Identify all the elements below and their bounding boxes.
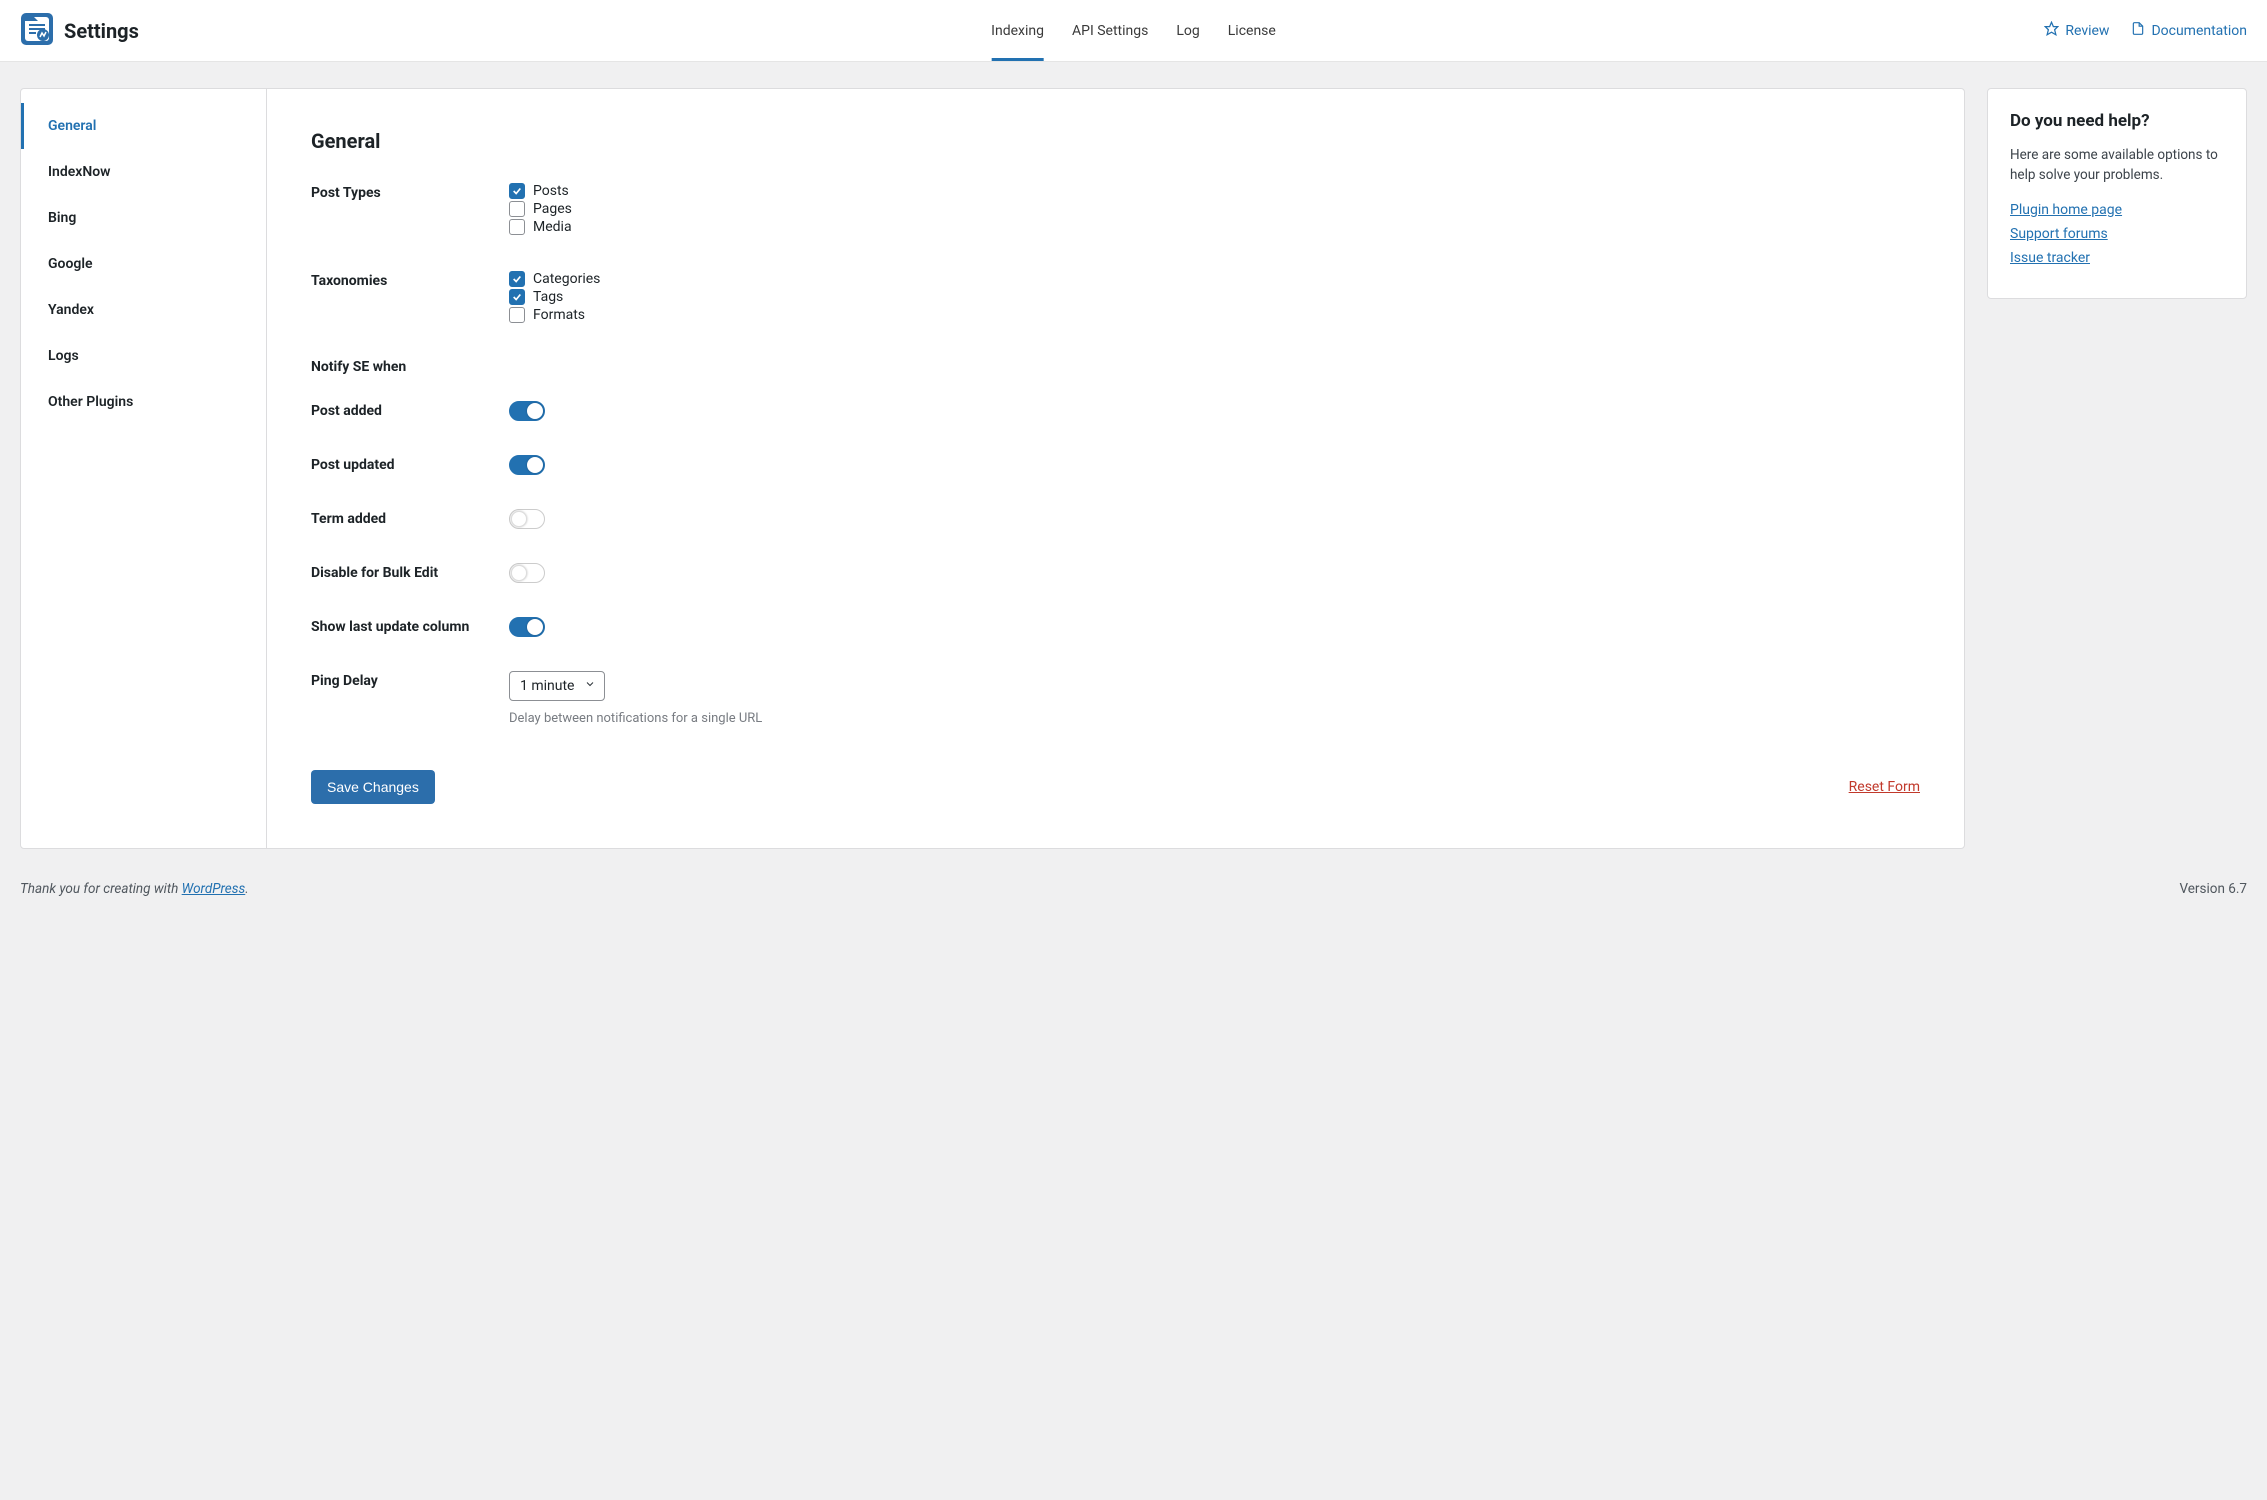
sidebar-item-google[interactable]: Google — [21, 241, 266, 287]
help-title: Do you need help? — [2010, 111, 2224, 131]
help-card: Do you need help? Here are some availabl… — [1987, 88, 2247, 299]
toggle-last-update[interactable] — [509, 617, 545, 637]
star-icon — [2044, 21, 2059, 40]
row-post-added: Post added — [311, 401, 1920, 421]
section-heading-notify: Notify SE when — [311, 359, 1920, 375]
label-post-added: Post added — [311, 401, 509, 419]
checkbox-tags-label: Tags — [533, 289, 563, 305]
tab-api-settings[interactable]: API Settings — [1072, 0, 1148, 61]
label-taxonomies: Taxonomies — [311, 271, 509, 289]
label-last-update: Show last update column — [311, 617, 509, 635]
sidebar-item-yandex[interactable]: Yandex — [21, 287, 266, 333]
checkbox-pages-label: Pages — [533, 201, 572, 217]
documentation-link[interactable]: Documentation — [2131, 21, 2247, 40]
help-link-support-forums[interactable]: Support forums — [2010, 226, 2224, 242]
row-taxonomies: Taxonomies Categories Tags — [311, 271, 1920, 325]
checkbox-formats[interactable] — [509, 307, 525, 323]
sidebar: General IndexNow Bing Google Yandex Logs… — [21, 89, 267, 848]
sidebar-item-general[interactable]: General — [21, 103, 266, 149]
reset-form-link[interactable]: Reset Form — [1849, 779, 1920, 795]
checkbox-media[interactable] — [509, 219, 525, 235]
settings-card: General IndexNow Bing Google Yandex Logs… — [20, 88, 1965, 849]
control-post-types: Posts Pages Media — [509, 183, 1920, 237]
checkbox-categories[interactable] — [509, 271, 525, 287]
sidebar-item-indexnow[interactable]: IndexNow — [21, 149, 266, 195]
checkbox-formats-label: Formats — [533, 307, 585, 323]
checkbox-tags[interactable] — [509, 289, 525, 305]
documentation-label: Documentation — [2151, 23, 2247, 39]
settings-main: General Post Types Posts Page — [267, 89, 1964, 848]
hint-ping-delay: Delay between notifications for a single… — [509, 711, 1920, 726]
form-actions: Save Changes Reset Form — [311, 770, 1920, 804]
row-last-update: Show last update column — [311, 617, 1920, 637]
plugin-logo-icon — [20, 12, 54, 50]
toggle-bulk-edit[interactable] — [509, 563, 545, 583]
label-ping-delay: Ping Delay — [311, 671, 509, 689]
row-bulk-edit: Disable for Bulk Edit — [311, 563, 1920, 583]
row-post-updated: Post updated — [311, 455, 1920, 475]
tab-license[interactable]: License — [1228, 0, 1276, 61]
checkbox-pages[interactable] — [509, 201, 525, 217]
toggle-post-updated[interactable] — [509, 455, 545, 475]
footer-version: Version 6.7 — [2179, 881, 2247, 897]
tab-indexing[interactable]: Indexing — [991, 0, 1044, 61]
sidebar-item-other-plugins[interactable]: Other Plugins — [21, 379, 266, 425]
sidebar-item-logs[interactable]: Logs — [21, 333, 266, 379]
toggle-post-added[interactable] — [509, 401, 545, 421]
sidebar-item-bing[interactable]: Bing — [21, 195, 266, 241]
footer-thanks-suffix: . — [245, 881, 248, 897]
checkbox-posts-label: Posts — [533, 183, 569, 199]
toggle-term-added[interactable] — [509, 509, 545, 529]
page-title: Settings — [64, 19, 139, 43]
tab-log[interactable]: Log — [1176, 0, 1199, 61]
row-term-added: Term added — [311, 509, 1920, 529]
footer-thanks: Thank you for creating with WordPress. — [20, 881, 249, 897]
checkbox-categories-label: Categories — [533, 271, 600, 287]
brand: Settings — [20, 12, 139, 50]
footer: Thank you for creating with WordPress. V… — [0, 869, 2267, 915]
file-icon — [2131, 21, 2145, 40]
chevron-down-icon — [584, 678, 596, 694]
footer-thanks-prefix: Thank you for creating with — [20, 881, 182, 897]
content-wrap: General IndexNow Bing Google Yandex Logs… — [0, 62, 2267, 869]
review-link[interactable]: Review — [2044, 21, 2109, 40]
topbar: Settings Indexing API Settings Log Licen… — [0, 0, 2267, 62]
section-heading-general: General — [311, 129, 1920, 153]
right-column: Do you need help? Here are some availabl… — [1987, 88, 2247, 849]
help-link-issue-tracker[interactable]: Issue tracker — [2010, 250, 2224, 266]
header-tabs: Indexing API Settings Log License — [991, 0, 1276, 61]
row-post-types: Post Types Posts Pages — [311, 183, 1920, 237]
control-taxonomies: Categories Tags Formats — [509, 271, 1920, 325]
row-ping-delay: Ping Delay 1 minute Delay between notifi… — [311, 671, 1920, 726]
label-term-added: Term added — [311, 509, 509, 527]
label-bulk-edit: Disable for Bulk Edit — [311, 563, 509, 581]
save-button[interactable]: Save Changes — [311, 770, 435, 804]
help-intro: Here are some available options to help … — [2010, 145, 2224, 186]
footer-wordpress-link[interactable]: WordPress — [182, 881, 246, 897]
select-ping-delay-value: 1 minute — [520, 678, 574, 694]
checkbox-media-label: Media — [533, 219, 572, 235]
review-label: Review — [2065, 23, 2109, 39]
checkbox-posts[interactable] — [509, 183, 525, 199]
select-ping-delay[interactable]: 1 minute — [509, 671, 605, 701]
help-link-plugin-home[interactable]: Plugin home page — [2010, 202, 2224, 218]
label-post-updated: Post updated — [311, 455, 509, 473]
label-post-types: Post Types — [311, 183, 509, 201]
top-links: Review Documentation — [2044, 21, 2247, 40]
